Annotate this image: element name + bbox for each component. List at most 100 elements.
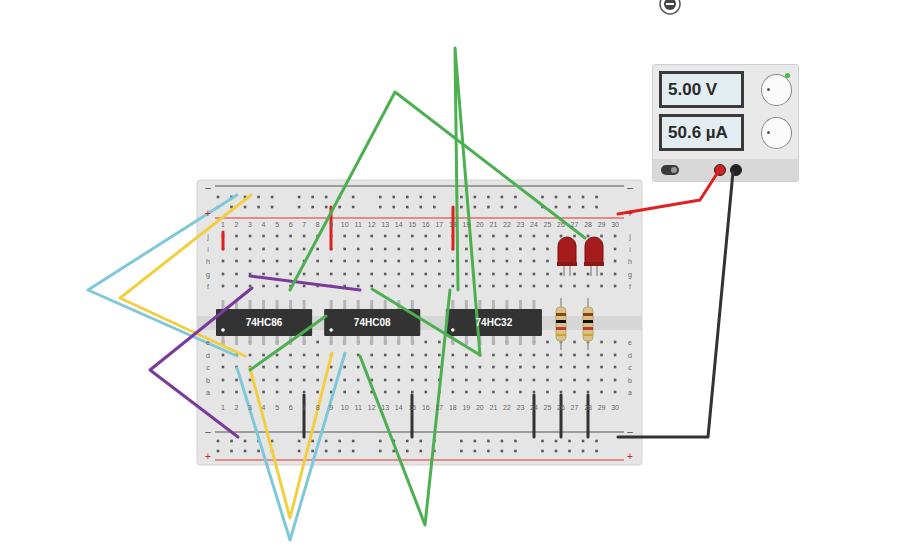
rail-plus-sign: + — [205, 208, 211, 219]
column-number: 7 — [302, 221, 306, 228]
column-number: 6 — [289, 221, 293, 228]
row-letter: a — [628, 389, 632, 396]
negative-terminal[interactable] — [730, 164, 742, 176]
wire[interactable] — [452, 207, 455, 249]
row-letter: d — [628, 352, 632, 359]
wire[interactable] — [150, 288, 252, 437]
plus-rail-line — [215, 218, 624, 219]
wire[interactable] — [372, 289, 480, 355]
wire[interactable] — [455, 48, 480, 355]
wire[interactable] — [618, 172, 718, 214]
led[interactable] — [557, 237, 577, 276]
row-letter: c — [206, 364, 210, 371]
wire[interactable] — [533, 395, 536, 437]
wire[interactable] — [88, 195, 237, 356]
wire[interactable] — [360, 290, 450, 525]
column-number: 4 — [262, 221, 266, 228]
row-letter: j — [628, 233, 631, 241]
column-number: 14 — [395, 404, 403, 411]
column-number: 3 — [248, 404, 252, 411]
column-number: 27 — [571, 404, 579, 411]
circuit-canvas: 5.00 V50.6 µA112233445566778899101011111… — [0, 0, 898, 549]
wire[interactable] — [250, 353, 332, 518]
minus-rail-line — [215, 432, 624, 433]
row-letter: h — [628, 258, 632, 265]
rail-minus-sign: – — [205, 426, 211, 437]
holes — [217, 196, 617, 453]
column-number: 20 — [476, 404, 484, 411]
column-number: 2 — [235, 404, 239, 411]
row-letter: g — [206, 271, 210, 279]
row-letter: a — [206, 389, 210, 396]
resistor[interactable] — [556, 298, 566, 350]
row-letter: d — [206, 352, 210, 359]
power-supply[interactable]: 5.00 V 50.6 µA — [652, 64, 799, 182]
zoom-out-icon[interactable] — [660, 0, 680, 14]
chip-label: 74HC08 — [354, 317, 391, 328]
column-number: 11 — [355, 404, 362, 411]
column-number: 8 — [316, 221, 320, 228]
column-number: 22 — [503, 404, 511, 411]
wire[interactable] — [250, 316, 326, 370]
rail-minus-sign: – — [627, 426, 633, 437]
column-number: 19 — [462, 404, 470, 411]
column-number: 30 — [611, 404, 619, 411]
led[interactable] — [584, 237, 604, 276]
wire[interactable] — [560, 395, 563, 437]
column-number: 29 — [598, 221, 606, 228]
wire[interactable] — [290, 92, 585, 290]
voltage-knob[interactable] — [761, 74, 792, 106]
row-letter: i — [207, 246, 209, 253]
column-number: 2 — [235, 221, 239, 228]
chip[interactable] — [446, 300, 542, 345]
wire[interactable] — [237, 353, 345, 540]
wire[interactable] — [618, 172, 733, 437]
power-switch[interactable] — [661, 165, 679, 175]
row-letter: c — [628, 364, 632, 371]
current-knob[interactable] — [761, 117, 792, 149]
chip-label: 74HC32 — [476, 317, 513, 328]
column-number: 22 — [503, 221, 511, 228]
wire[interactable] — [222, 232, 225, 249]
row-letter: h — [206, 258, 210, 265]
row-letter: g — [628, 271, 632, 279]
rail-minus-sign: – — [627, 182, 633, 193]
column-number: 25 — [544, 221, 552, 228]
column-number: 28 — [584, 404, 592, 411]
center-channel — [197, 316, 642, 330]
wire[interactable] — [250, 276, 360, 290]
column-number: 18 — [449, 221, 457, 228]
plus-rail-line — [215, 460, 624, 461]
column-number: 20 — [476, 221, 484, 228]
resistor[interactable] — [583, 298, 593, 350]
voltage-display: 5.00 V — [659, 71, 744, 108]
rail-minus-sign: – — [205, 182, 211, 193]
rail-plus-sign: + — [205, 451, 211, 462]
wire[interactable] — [303, 395, 306, 437]
column-number: 29 — [598, 404, 606, 411]
column-number: 9 — [329, 221, 333, 228]
column-number: 27 — [571, 221, 579, 228]
wire[interactable] — [330, 207, 333, 249]
column-number: 17 — [435, 404, 443, 411]
current-display: 50.6 µA — [659, 114, 744, 151]
column-number: 23 — [517, 221, 525, 228]
column-number: 10 — [341, 404, 349, 411]
wire[interactable] — [587, 395, 590, 437]
chip[interactable] — [324, 300, 420, 345]
minus-rail-line — [215, 186, 624, 187]
positive-terminal[interactable] — [714, 164, 726, 176]
wire[interactable] — [120, 195, 251, 356]
column-number: 13 — [381, 404, 389, 411]
column-number: 3 — [248, 221, 252, 228]
row-letter: b — [628, 377, 632, 384]
column-number: 6 — [289, 404, 293, 411]
chip[interactable] — [216, 300, 312, 345]
column-number: 16 — [422, 404, 430, 411]
row-letter: i — [629, 246, 631, 253]
column-number: 28 — [584, 221, 592, 228]
column-number: 26 — [557, 404, 565, 411]
wire[interactable] — [411, 395, 414, 437]
row-letter: b — [206, 377, 210, 384]
supply-bar — [653, 159, 798, 181]
